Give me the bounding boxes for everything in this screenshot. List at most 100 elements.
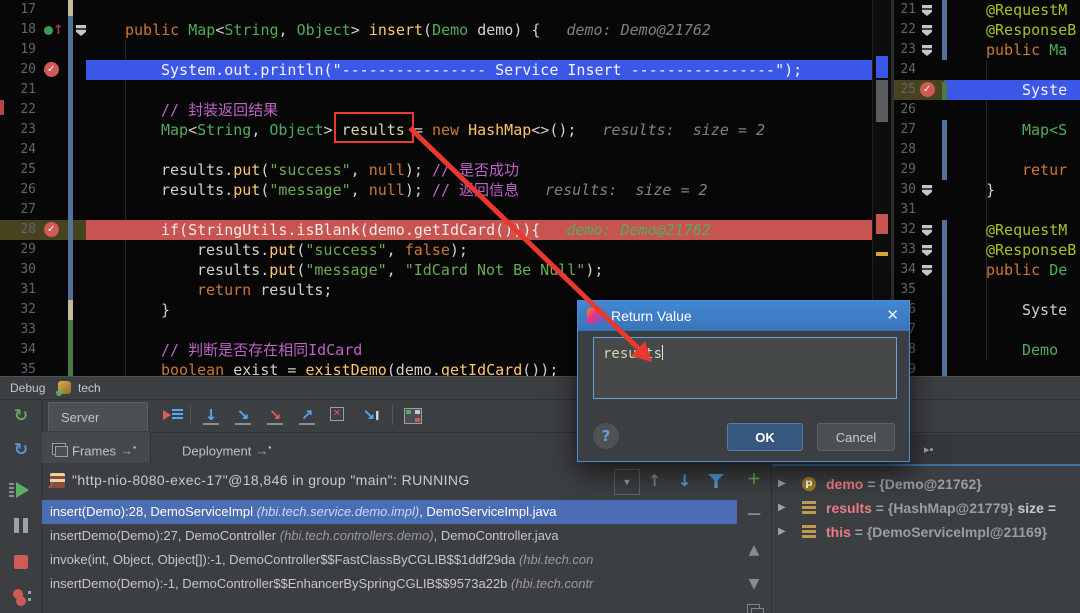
code-line[interactable]: 31 xyxy=(894,200,1080,220)
code-line[interactable]: 35 xyxy=(894,280,1080,300)
code-line[interactable]: 26results.put("message", null); // 返回信息r… xyxy=(0,180,891,200)
change-bar xyxy=(942,220,947,376)
code-line[interactable]: 19 xyxy=(0,40,891,60)
code-line[interactable]: 22@ResponseB xyxy=(894,20,1080,40)
code-line[interactable]: 21 xyxy=(0,80,891,100)
code-line[interactable]: 29retur xyxy=(894,160,1080,180)
dialog-title: Return Value xyxy=(611,301,692,331)
stop-button[interactable] xyxy=(10,551,32,573)
move-down-button[interactable]: ▼ xyxy=(744,574,764,594)
code-line[interactable]: 27Map<S xyxy=(894,120,1080,140)
step-out-button[interactable]: ↗ xyxy=(294,404,320,426)
expand-arrow-icon[interactable]: ▶ xyxy=(778,472,786,496)
code-line[interactable]: 17 xyxy=(0,0,891,20)
pause-button[interactable] xyxy=(10,515,32,537)
tab-frames[interactable]: Frames→▪ xyxy=(42,432,151,463)
resume-button[interactable] xyxy=(10,479,32,501)
code-line[interactable]: 30results.put("message", "IdCard Not Be … xyxy=(0,260,891,280)
code-line[interactable]: 31return results; xyxy=(0,280,891,300)
code-line[interactable]: 22// 封装返回结果 xyxy=(0,100,891,120)
fold-marker-icon[interactable] xyxy=(922,185,932,196)
hide-library-frames-filter-icon[interactable] xyxy=(708,474,724,488)
change-bar xyxy=(942,0,947,60)
code-line[interactable]: 20System.out.println("---------------- S… xyxy=(0,60,891,80)
close-icon[interactable]: ✕ xyxy=(886,301,899,331)
code-line[interactable]: 38Demo xyxy=(894,340,1080,360)
help-button[interactable]: ? xyxy=(593,423,619,449)
code-line[interactable]: 34public De xyxy=(894,260,1080,280)
variable-name: demo = {Demo@21762} xyxy=(826,472,982,496)
tab-deployment[interactable]: Deployment→▪ xyxy=(172,432,285,463)
add-watch-button[interactable]: ＋ xyxy=(744,470,764,490)
previous-frame-button[interactable]: ↑ xyxy=(648,469,662,493)
dialog-titlebar[interactable]: Return Value ✕ xyxy=(578,301,909,331)
return-value-input[interactable]: results xyxy=(593,337,897,399)
code-line[interactable]: 29results.put("success", false); xyxy=(0,240,891,260)
step-over-button[interactable]: ↓ xyxy=(198,404,224,426)
code-line[interactable]: 28if(StringUtils.isBlank(demo.getIdCard(… xyxy=(0,220,891,240)
move-up-button[interactable]: ▲ xyxy=(744,540,764,560)
variable-row[interactable]: ▶results = {HashMap@21779} size = xyxy=(772,496,1080,520)
thread-selector[interactable]: "http-nio-8080-exec-17"@18,846 in group … xyxy=(42,468,737,496)
code-line[interactable]: 39 xyxy=(894,360,1080,376)
remove-watch-button[interactable]: — xyxy=(744,504,764,524)
code-line[interactable]: 26 xyxy=(894,100,1080,120)
code-line[interactable]: 24 xyxy=(0,140,891,160)
code-line[interactable]: 23Map<String, Object> results = new Hash… xyxy=(0,120,891,140)
stack-frame-row[interactable]: insertDemo(Demo):-1, DemoController$$Enh… xyxy=(42,572,737,596)
fold-marker-icon[interactable] xyxy=(922,25,932,36)
code-line[interactable]: 30} xyxy=(894,180,1080,200)
drop-frame-button[interactable]: ✕ xyxy=(326,404,352,426)
next-frame-button[interactable]: ↓ xyxy=(678,469,692,493)
ok-button[interactable]: OK xyxy=(727,423,803,451)
run-to-cursor-button[interactable]: ↘I xyxy=(358,404,384,426)
code-line[interactable]: 18↑public Map<String, Object> insert(Dem… xyxy=(0,20,891,40)
step-into-button[interactable]: ↘ xyxy=(230,404,256,426)
fold-marker-icon[interactable] xyxy=(922,45,932,56)
fold-marker-icon[interactable] xyxy=(922,5,932,16)
code-line[interactable]: 25results.put("success", null); // 是否成功 xyxy=(0,160,891,180)
change-bar xyxy=(68,320,73,376)
stack-frame-row[interactable]: insert(Demo):28, DemoServiceImpl (hbi.te… xyxy=(42,500,737,524)
code-line[interactable]: 36Syste xyxy=(894,300,1080,320)
code-line[interactable]: 21@RequestM xyxy=(894,0,1080,20)
stack-frame-row[interactable]: insertDemo(Demo):27, DemoController (hbi… xyxy=(42,524,737,548)
line-number: 35 xyxy=(894,280,916,300)
code-editor-right[interactable]: 21@RequestM22@ResponseB23public Ma2425Sy… xyxy=(893,0,1080,376)
line-number: 31 xyxy=(6,280,36,300)
fold-marker-icon[interactable] xyxy=(76,25,86,36)
expand-arrow-icon[interactable]: ▶ xyxy=(778,520,786,544)
copy-icon[interactable] xyxy=(747,604,760,613)
fold-marker-icon[interactable] xyxy=(922,245,932,256)
thread-icon xyxy=(50,473,65,488)
evaluate-expression-button[interactable] xyxy=(400,404,426,426)
debug-header: Debug tech xyxy=(0,377,1080,400)
code-line[interactable]: 37 xyxy=(894,320,1080,340)
code-line[interactable]: 24 xyxy=(894,60,1080,80)
code-line[interactable]: 27 xyxy=(0,200,891,220)
fold-marker-icon[interactable] xyxy=(922,225,932,236)
code-line[interactable]: 32@RequestM xyxy=(894,220,1080,240)
force-step-into-button[interactable]: ↘ xyxy=(262,404,288,426)
variable-row[interactable]: ▶pdemo = {Demo@21762} xyxy=(772,472,1080,496)
rerun-server-button[interactable]: ↻ xyxy=(10,439,32,461)
stack-frame-row[interactable]: invoke(int, Object, Object[]):-1, DemoCo… xyxy=(42,548,737,572)
tab-server[interactable]: Server xyxy=(48,402,148,431)
show-execution-point-button[interactable] xyxy=(160,404,186,426)
breakpoint-icon[interactable] xyxy=(44,222,59,237)
view-breakpoints-button[interactable] xyxy=(10,587,32,609)
code-line[interactable]: 25Syste xyxy=(894,80,1080,100)
breakpoint-icon[interactable] xyxy=(44,62,59,77)
cancel-button[interactable]: Cancel xyxy=(817,423,895,451)
thread-dropdown-button[interactable]: ▼ xyxy=(614,469,640,495)
code-line[interactable]: 23public Ma xyxy=(894,40,1080,60)
code-line[interactable]: 28 xyxy=(894,140,1080,160)
expand-arrow-icon[interactable]: ▶ xyxy=(778,496,786,520)
line-number: 23 xyxy=(894,40,916,60)
variable-row[interactable]: ▶this = {DemoServiceImpl@21169} xyxy=(772,520,1080,544)
rerun-button[interactable]: ↻ xyxy=(10,405,32,427)
line-number: 25 xyxy=(894,80,916,100)
code-line[interactable]: 33@ResponseB xyxy=(894,240,1080,260)
fold-marker-icon[interactable] xyxy=(922,265,932,276)
breakpoint-icon[interactable] xyxy=(920,82,935,97)
